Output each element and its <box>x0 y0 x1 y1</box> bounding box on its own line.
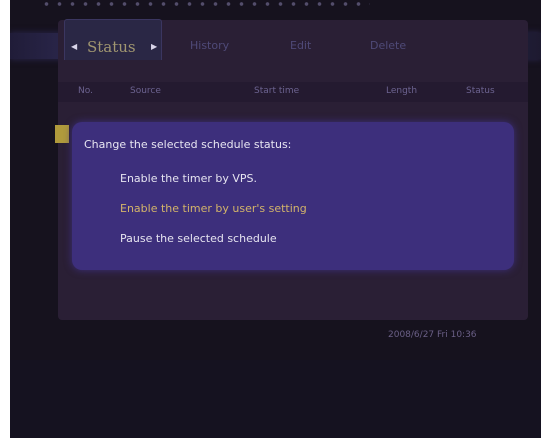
option-enable-timer-user-setting[interactable]: Enable the timer by user's setting <box>120 202 307 215</box>
column-header-no: No. <box>78 86 93 96</box>
column-header-status: Status <box>466 86 495 96</box>
tab-bar: ◀ Status ▶ History Edit Delete <box>58 19 528 60</box>
left-arrow-icon: ◀ <box>71 42 78 51</box>
option-pause-schedule[interactable]: Pause the selected schedule <box>120 232 277 245</box>
tab-edit[interactable]: Edit <box>290 33 311 59</box>
right-arrow-icon: ▶ <box>151 42 158 51</box>
column-headers: No. Source Start time Length Status <box>58 82 528 102</box>
status-change-dialog: Change the selected schedule status: Ena… <box>72 122 514 270</box>
column-header-source: Source <box>130 86 161 96</box>
tab-delete[interactable]: Delete <box>370 33 406 59</box>
selected-row-indicator <box>55 125 69 143</box>
datetime-display: 2008/6/27 Fri 10:36 <box>388 330 477 340</box>
tab-status-label: Status <box>87 38 136 56</box>
dialog-title: Change the selected schedule status: <box>84 138 292 151</box>
tab-history[interactable]: History <box>190 33 229 59</box>
tab-status[interactable]: ◀ Status ▶ <box>64 19 162 60</box>
tv-screen: ◀ Status ▶ History Edit Delete No. Sourc… <box>10 0 541 438</box>
column-header-start-time: Start time <box>254 86 300 96</box>
top-dotted-border <box>40 0 370 8</box>
option-enable-timer-vps[interactable]: Enable the timer by VPS. <box>120 172 257 185</box>
column-header-length: Length <box>386 86 418 96</box>
bottom-area <box>10 360 541 438</box>
